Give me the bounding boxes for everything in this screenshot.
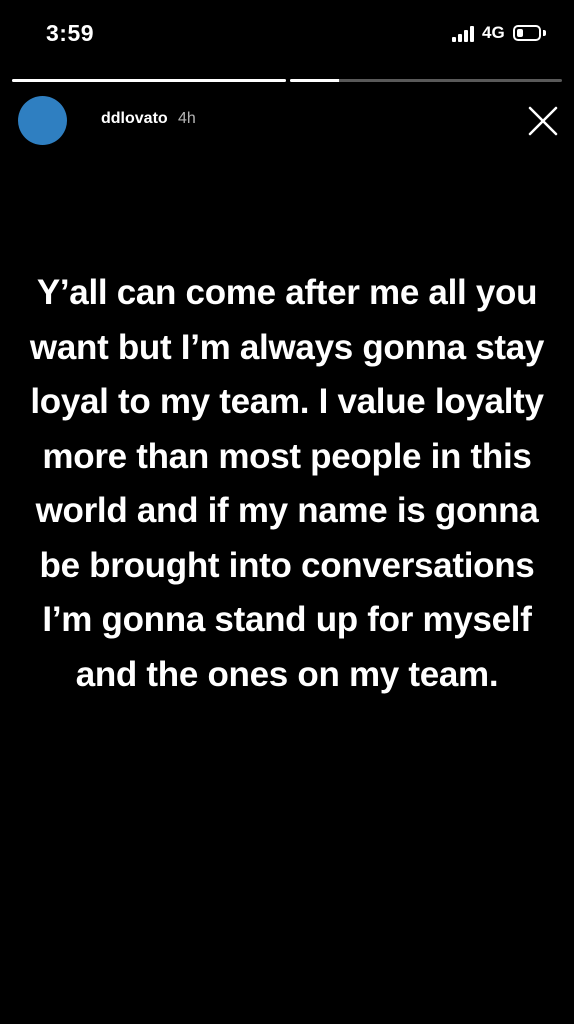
avatar[interactable] <box>18 96 67 145</box>
story-progress-fill-2 <box>290 79 339 82</box>
battery-nub <box>543 30 546 36</box>
story-progress-1 <box>12 79 286 82</box>
close-icon[interactable] <box>526 104 560 138</box>
battery-icon <box>513 25 541 41</box>
status-bar: 3:59 4G <box>0 0 574 70</box>
post-age: 4h <box>178 110 196 127</box>
story-text: Y’all can come after me all you want but… <box>29 273 545 694</box>
battery-level <box>517 29 523 37</box>
cellular-signal-icon <box>452 26 478 42</box>
story-progress-fill-1 <box>12 79 286 82</box>
story-progress-2 <box>290 79 562 82</box>
username[interactable]: ddlovato <box>101 110 168 128</box>
status-time: 3:59 <box>46 20 95 46</box>
network-type: 4G <box>482 23 505 42</box>
story-header: ddlovato 4h <box>0 90 574 150</box>
